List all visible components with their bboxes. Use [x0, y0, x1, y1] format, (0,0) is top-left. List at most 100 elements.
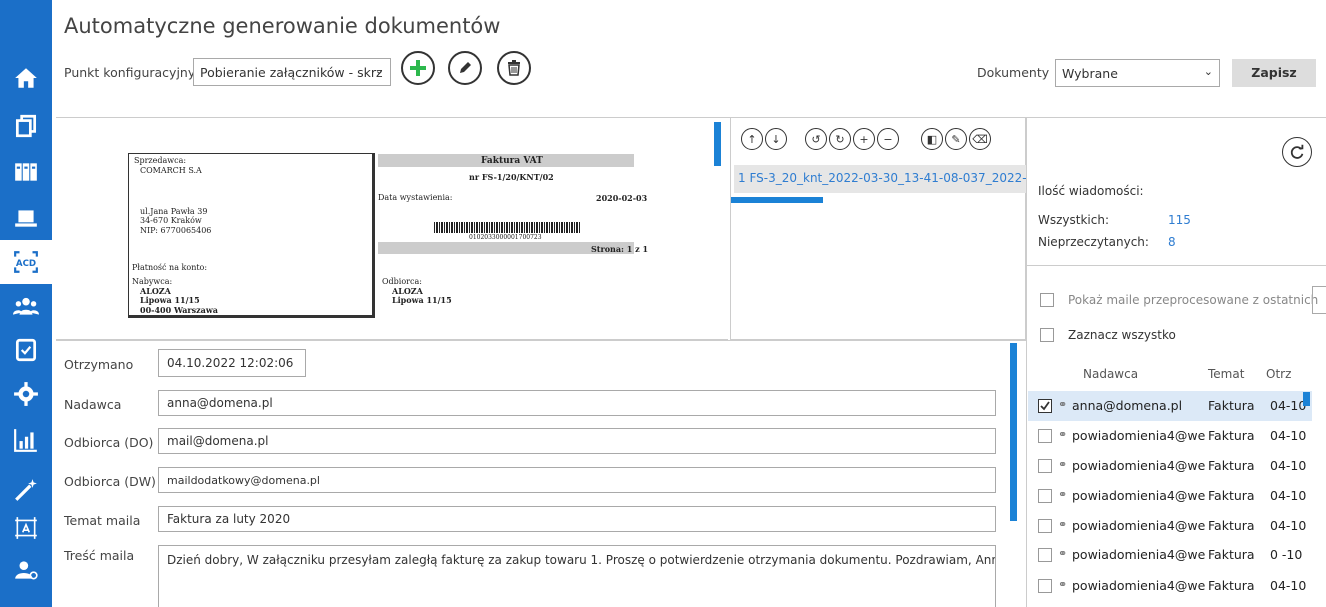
svg-text:ACD: ACD — [16, 259, 36, 269]
column-subject[interactable]: Temat — [1208, 367, 1244, 381]
mail-date: 04-10 — [1270, 578, 1307, 593]
mail-row[interactable]: ⚭ powiadomienia4@we Faktura 0 -10 — [1028, 540, 1312, 570]
mail-sender: powiadomienia4@we — [1072, 518, 1206, 533]
mail-checkbox[interactable] — [1038, 429, 1052, 443]
mail-subject: Faktura — [1208, 578, 1255, 593]
documents-icon[interactable] — [0, 104, 52, 148]
buyer-city: 00-400 Warszawa — [140, 305, 218, 315]
received-field: 04.10.2022 12:02:06 — [158, 349, 306, 377]
mail-checkbox[interactable] — [1038, 459, 1052, 473]
all-count-label: Wszystkich: — [1038, 213, 1110, 227]
rotate-right-icon[interactable]: ↻ — [829, 128, 851, 150]
users-icon[interactable] — [0, 284, 52, 328]
mail-row[interactable]: ⚭ powiadomienia4@we Faktura 04-10 — [1028, 511, 1312, 541]
refresh-button[interactable] — [1282, 137, 1312, 167]
form-scrollbar[interactable] — [1010, 343, 1017, 521]
edit-button[interactable] — [448, 51, 482, 85]
documents-select[interactable]: Wybrane ⌄ — [1055, 59, 1220, 87]
delete-button[interactable] — [497, 51, 531, 85]
mail-checkbox[interactable] — [1038, 519, 1052, 533]
attach-file-icon[interactable]: ◧ — [921, 128, 943, 150]
invoice-number: nr FS-1/20/KNT/02 — [469, 172, 554, 182]
acd-icon[interactable]: ACD — [0, 240, 52, 284]
received-label: Otrzymano — [64, 357, 134, 372]
mail-sender: anna@domena.pl — [1072, 398, 1183, 413]
buyer-street: Lipowa 11/15 — [140, 295, 200, 305]
preview-scrollbar[interactable] — [714, 122, 721, 166]
trash-icon[interactable]: ⌫ — [969, 128, 991, 150]
page-title: Automatyczne generowanie dokumentów — [64, 14, 501, 38]
sidebar: ACD — [0, 0, 52, 607]
attachment-item[interactable]: 1 FS-3_20_knt_2022-03-30_13-41-08-037_20… — [734, 165, 1026, 193]
config-point-value: Pobieranie załączników - skrz — [200, 65, 383, 80]
recipient-label: Odbiorca: — [382, 277, 422, 286]
chart-icon[interactable] — [0, 418, 52, 462]
gear-icon[interactable] — [0, 372, 52, 416]
home-icon[interactable] — [0, 56, 52, 100]
form-divider — [56, 340, 1026, 341]
mail-row[interactable]: ⚭ powiadomienia4@we Faktura 04-10 — [1028, 421, 1312, 451]
body-label: Treść maila — [64, 548, 135, 563]
paperclip-icon: ⚭ — [1058, 578, 1068, 591]
mail-checkbox[interactable] — [1038, 579, 1052, 593]
sender-field[interactable]: anna@domena.pl — [158, 390, 996, 416]
config-point-select[interactable]: Pobieranie załączników - skrz ⌄ — [193, 58, 391, 86]
page-number: Strona: 1 z 1 — [591, 244, 649, 254]
sender-label: Nadawca — [64, 397, 122, 412]
show-processed-checkbox[interactable] — [1040, 293, 1054, 307]
mail-sender: powiadomienia4@we — [1072, 578, 1206, 593]
mail-row[interactable]: ⚭ powiadomienia4@we Faktura 04-10 — [1028, 481, 1312, 511]
paperclip-icon: ⚭ — [1058, 547, 1068, 560]
column-received[interactable]: Otrz — [1266, 367, 1291, 381]
mail-date: 0 -10 — [1270, 547, 1303, 562]
mail-subject: Faktura — [1208, 398, 1255, 413]
config-point-label: Punkt konfiguracyjny — [64, 65, 196, 80]
seller-label: Sprzedawca: — [134, 156, 187, 165]
chevron-down-icon: ⌄ — [374, 64, 384, 77]
rotate-left-icon[interactable]: ↺ — [805, 128, 827, 150]
mail-subject: Faktura — [1208, 428, 1255, 443]
plus-icon — [410, 60, 426, 76]
mail-list-scrollbar[interactable] — [1303, 392, 1310, 406]
mail-date: 04-10 — [1270, 518, 1307, 533]
to-label: Odbiorca (DO) — [64, 435, 154, 450]
recipient-street: Lipowa 11/15 — [392, 295, 452, 305]
layout-icon[interactable] — [0, 506, 52, 550]
issue-date: 2020-02-03 — [596, 193, 648, 203]
mail-row[interactable]: ⚭ powiadomienia4@we Faktura 04-10 — [1028, 451, 1312, 481]
body-field[interactable]: Dzień dobry, W załączniku przesyłam zale… — [158, 545, 996, 607]
all-count-value: 115 — [1168, 213, 1191, 227]
column-sender[interactable]: Nadawca — [1083, 367, 1138, 381]
arrow-up-icon[interactable]: ↑ — [741, 128, 763, 150]
mail-row[interactable]: ⚭ anna@domena.pl Faktura 04-10 — [1028, 391, 1312, 421]
mail-checkbox[interactable] — [1038, 548, 1052, 562]
cc-field[interactable]: maildodatkowy@domena.pl — [158, 467, 996, 493]
add-button[interactable] — [401, 51, 435, 85]
message-count-title: Ilość wiadomości: — [1038, 184, 1144, 198]
user-settings-icon[interactable] — [0, 548, 52, 592]
zoom-out-icon[interactable]: − — [877, 128, 899, 150]
mail-sender: powiadomienia4@we — [1072, 428, 1206, 443]
laptop-icon[interactable] — [0, 196, 52, 240]
chevron-down-icon: ⌄ — [1203, 65, 1213, 78]
select-all-checkbox[interactable] — [1040, 328, 1054, 342]
subject-field[interactable]: Faktura za luty 2020 — [158, 506, 996, 532]
edit-file-icon[interactable]: ✎ — [945, 128, 967, 150]
mail-row[interactable]: ⚭ powiadomienia4@we Faktura 04-10 — [1028, 571, 1312, 601]
mail-checkbox[interactable] — [1038, 489, 1052, 503]
attachments-scrollbar[interactable] — [731, 197, 823, 203]
days-input[interactable] — [1312, 286, 1326, 314]
arrow-down-icon[interactable]: ↓ — [765, 128, 787, 150]
mail-subject: Faktura — [1208, 547, 1255, 562]
document-edit-icon[interactable] — [0, 328, 52, 372]
mail-date: 04-10 — [1270, 428, 1307, 443]
pencil-icon — [460, 62, 471, 73]
zoom-in-icon[interactable]: + — [853, 128, 875, 150]
paperclip-icon: ⚭ — [1058, 428, 1068, 441]
to-field[interactable]: mail@domena.pl — [158, 428, 996, 454]
mail-checkbox[interactable] — [1038, 399, 1052, 413]
cc-label: Odbiorca (DW) — [64, 474, 156, 489]
binders-icon[interactable] — [0, 150, 52, 194]
mail-subject: Faktura — [1208, 488, 1255, 503]
save-button[interactable]: Zapisz — [1232, 59, 1316, 87]
